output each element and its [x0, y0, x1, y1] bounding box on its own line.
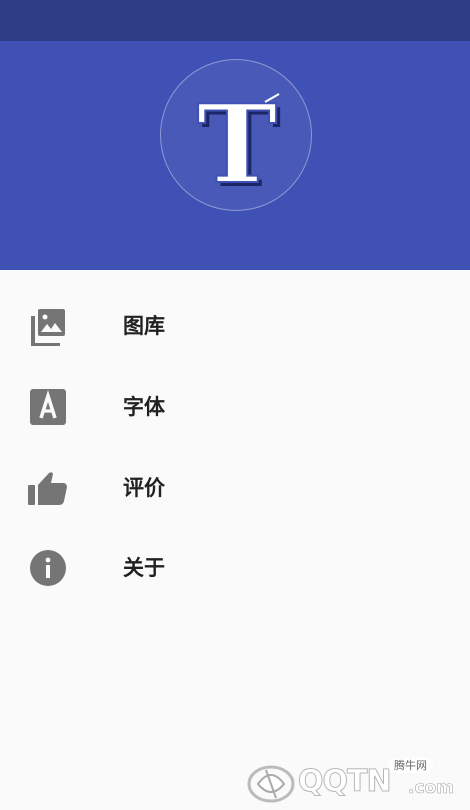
status-bar [0, 0, 470, 41]
photo-library-icon [28, 306, 68, 346]
menu-item-rate[interactable]: 评价 [0, 448, 470, 528]
watermark-cn-text: 腾牛网 [388, 758, 433, 773]
menu-item-label: 字体 [123, 395, 165, 419]
watermark-domain: .com [408, 778, 455, 799]
menu-item-about[interactable]: 关于 [0, 528, 470, 608]
menu-item-label: 图库 [123, 314, 165, 338]
font-a-icon [28, 387, 68, 427]
navigation-drawer: 图库 字体 评价 关于 [0, 270, 470, 810]
watermark: QQTN .com 腾牛网 [246, 758, 456, 806]
app-logo: T T [160, 59, 312, 212]
menu-item-label: 评价 [123, 476, 165, 500]
watermark-brand: QQTN [298, 764, 393, 800]
thumb-up-icon [28, 468, 68, 508]
menu-item-gallery[interactable]: 图库 [0, 286, 470, 366]
watermark-logo-icon [246, 760, 296, 808]
menu-item-label: 关于 [123, 556, 165, 580]
menu-item-fonts[interactable]: 字体 [0, 367, 470, 447]
drawer-header: T T [0, 41, 470, 270]
info-icon [28, 548, 68, 588]
